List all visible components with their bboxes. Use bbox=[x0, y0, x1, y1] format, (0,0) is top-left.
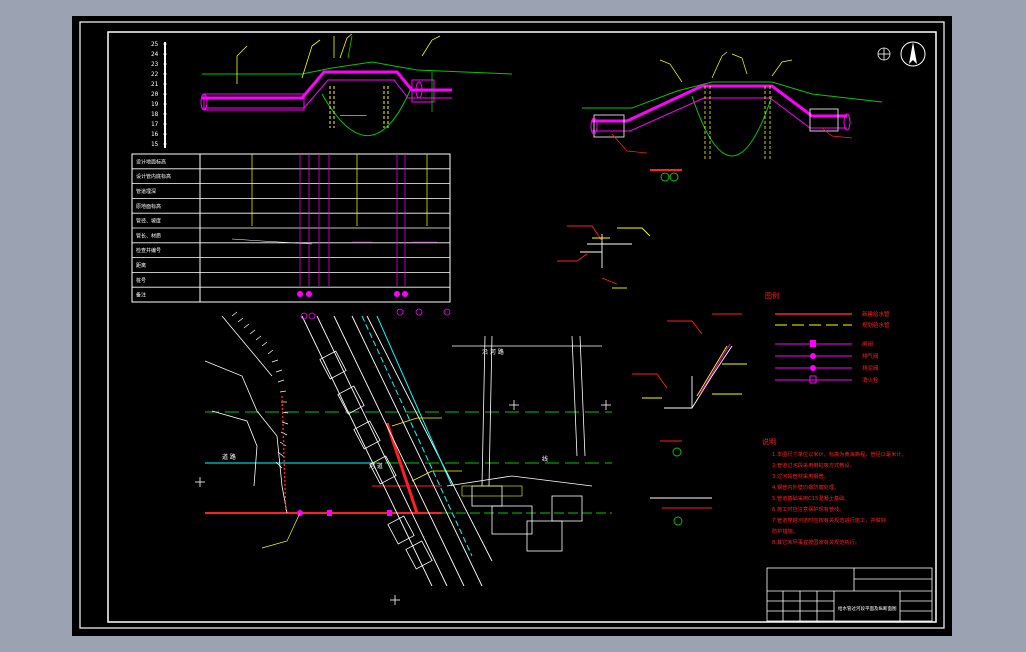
scale-tick-label: 23 bbox=[151, 61, 159, 68]
scale-tick-label: 18 bbox=[151, 111, 159, 118]
plan-label-road-east: 沿 河 路 bbox=[482, 348, 504, 356]
legend-item-label: 排泥阀 bbox=[862, 364, 879, 372]
profile-table-row-label: 距离 bbox=[136, 262, 146, 269]
scale-tick-label: 20 bbox=[151, 91, 159, 98]
notes-title: 说明 bbox=[762, 437, 776, 446]
inner-frame bbox=[107, 31, 937, 623]
note-line: 4.钢管内外壁均做防腐处理。 bbox=[772, 483, 839, 491]
legend-title: 图例 bbox=[765, 291, 779, 300]
detail-sketches bbox=[557, 225, 747, 526]
north-arrow bbox=[877, 41, 926, 67]
scale-tick-label: 17 bbox=[151, 121, 159, 128]
note-line: 7.管道穿越河道时应按有关规范进行施工，并做好 bbox=[772, 516, 886, 524]
legend-item-label: 新建给水管 bbox=[862, 310, 890, 318]
svg-text:═══════════: ═══════════ bbox=[339, 113, 367, 118]
profile-table-row-label: 原地面标高 bbox=[136, 203, 161, 210]
drawing-sheet: 25 24 23 22 21 20 19 18 17 16 15 ═══════════ 设计地面标… bbox=[79, 21, 945, 629]
cad-viewport[interactable]: 25 24 23 22 21 20 19 18 17 16 15 ═══════════ bbox=[72, 16, 952, 636]
plan-view: 沿 河 路 道 路 河 道 线 bbox=[195, 308, 612, 605]
scale-tick-label: 15 bbox=[151, 141, 159, 148]
scale-tick-label: 22 bbox=[151, 71, 159, 78]
profile-section: 25 24 23 22 21 20 19 18 17 16 15 ═══════════ bbox=[151, 33, 513, 148]
scale-tick-label: 19 bbox=[151, 101, 159, 108]
note-line: 3.过河段管材采用钢管。 bbox=[772, 472, 829, 480]
profile-table-row-label: 设计地面标高 bbox=[136, 158, 166, 165]
scale-tick-label: 25 bbox=[151, 41, 159, 48]
profile-table-row-label: 设计管内底标高 bbox=[136, 173, 171, 180]
title-block bbox=[766, 567, 933, 622]
legend-item-label: 规划给水管 bbox=[862, 321, 890, 329]
note-line: 防护措施。 bbox=[772, 527, 798, 535]
note-line: 2.管道过河段采用倒虹吸方式敷设。 bbox=[772, 461, 855, 469]
plan-label-road-mid: 道 路 bbox=[222, 453, 236, 461]
plan-label-line: 线 bbox=[542, 455, 548, 463]
note-line: 8.其它未尽事宜按国家有关规范执行。 bbox=[772, 538, 860, 546]
scale-tick-label: 24 bbox=[151, 51, 159, 58]
legend: 图例 新建给水管规划给水管闸阀排气阀排泥阀消火栓 bbox=[765, 291, 890, 384]
profile-table: 设计地面标高设计管内底标高管道埋深原地面标高管径、坡度管长、材质检查井编号距离桩… bbox=[131, 153, 451, 303]
profile-table-row-label: 管道埋深 bbox=[136, 188, 156, 195]
scale-tick-label: 21 bbox=[151, 81, 159, 88]
legend-item-label: 闸阀 bbox=[862, 340, 873, 348]
legend-item-label: 排气阀 bbox=[862, 352, 879, 360]
legend-item-label: 消火栓 bbox=[862, 376, 879, 384]
title-block-drawing-title: 给水管过河段平面及纵断面图 bbox=[838, 605, 897, 612]
note-line: 1.本图尺寸单位以米计，标高为黄海高程，管径以毫米计。 bbox=[772, 450, 907, 458]
note-line: 6.施工时应注意保护现有管线。 bbox=[772, 505, 844, 513]
notes: 说明 1.本图尺寸单位以米计，标高为黄海高程，管径以毫米计。 2.管道过河段采用倒… bbox=[762, 437, 907, 546]
scale-tick-label: 16 bbox=[151, 131, 159, 138]
profile-table-row-label: 备注 bbox=[136, 292, 146, 299]
profile-table-row-label: 管径、坡度 bbox=[136, 218, 161, 225]
profile-table-row-label: 检查井编号 bbox=[136, 247, 161, 254]
cross-section bbox=[582, 51, 883, 182]
note-line: 5.管道基础采用C15混凝土基础。 bbox=[772, 494, 849, 502]
profile-table-row-label: 管长、材质 bbox=[136, 232, 161, 239]
profile-river-bed bbox=[321, 85, 413, 137]
profile-table-row-label: 桩号 bbox=[136, 277, 146, 284]
plan-label-river: 河 道 bbox=[369, 462, 383, 470]
